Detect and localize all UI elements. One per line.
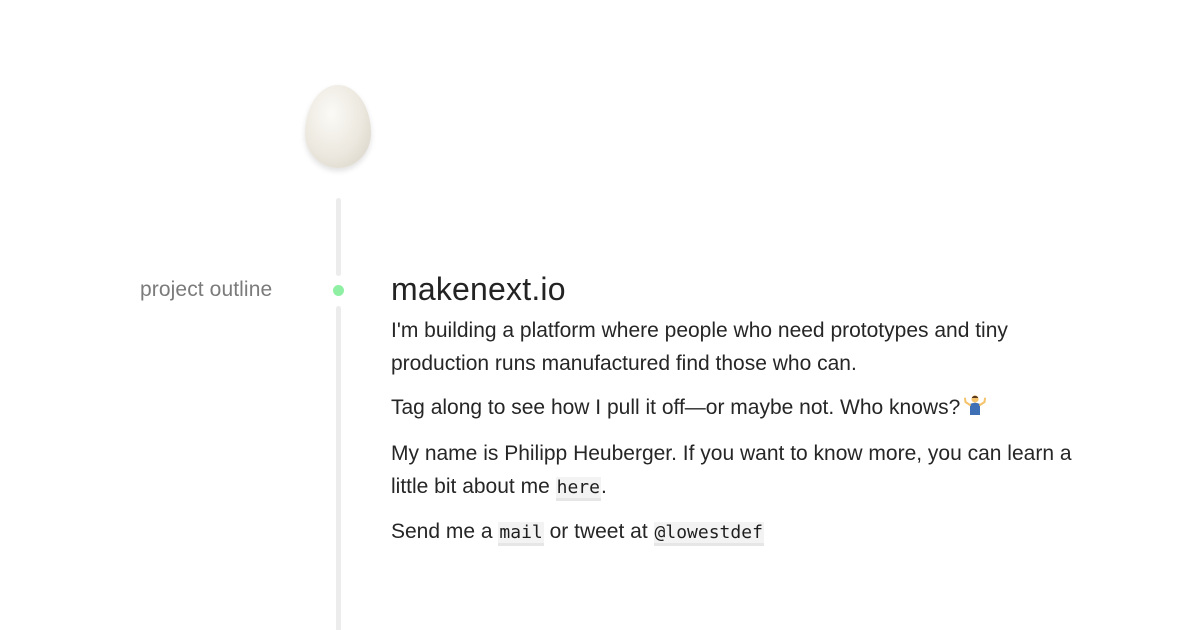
main-content: makenext.io I'm building a platform wher…	[391, 268, 1091, 560]
about-link[interactable]: here	[555, 477, 601, 501]
about-text: My name is Philipp Heuberger. If you wan…	[391, 442, 1072, 498]
page-title: makenext.io	[391, 271, 566, 307]
timeline-line-bottom	[336, 306, 341, 630]
about-paragraph: My name is Philipp Heuberger. If you wan…	[391, 437, 1091, 504]
about-period: .	[600, 475, 607, 498]
mail-link[interactable]: mail	[498, 522, 544, 546]
tagline-paragraph: Tag along to see how I pull it off—or ma…	[391, 391, 1091, 426]
egg-avatar-icon	[305, 85, 371, 168]
contact-paragraph: Send me a mail or tweet at @lowestdef	[391, 515, 1091, 549]
timeline-line-top	[336, 198, 341, 276]
timeline-dot	[333, 285, 344, 296]
tagline-text: Tag along to see how I pull it off—or ma…	[391, 396, 961, 419]
person-shrugging-icon	[964, 393, 987, 426]
contact-middle-text: or tweet at	[549, 520, 648, 543]
twitter-link[interactable]: @lowestdef	[653, 522, 764, 546]
intro-paragraph: I'm building a platform where people who…	[391, 319, 1008, 375]
section-label: project outline	[140, 278, 273, 301]
contact-text: Send me a	[391, 520, 493, 543]
